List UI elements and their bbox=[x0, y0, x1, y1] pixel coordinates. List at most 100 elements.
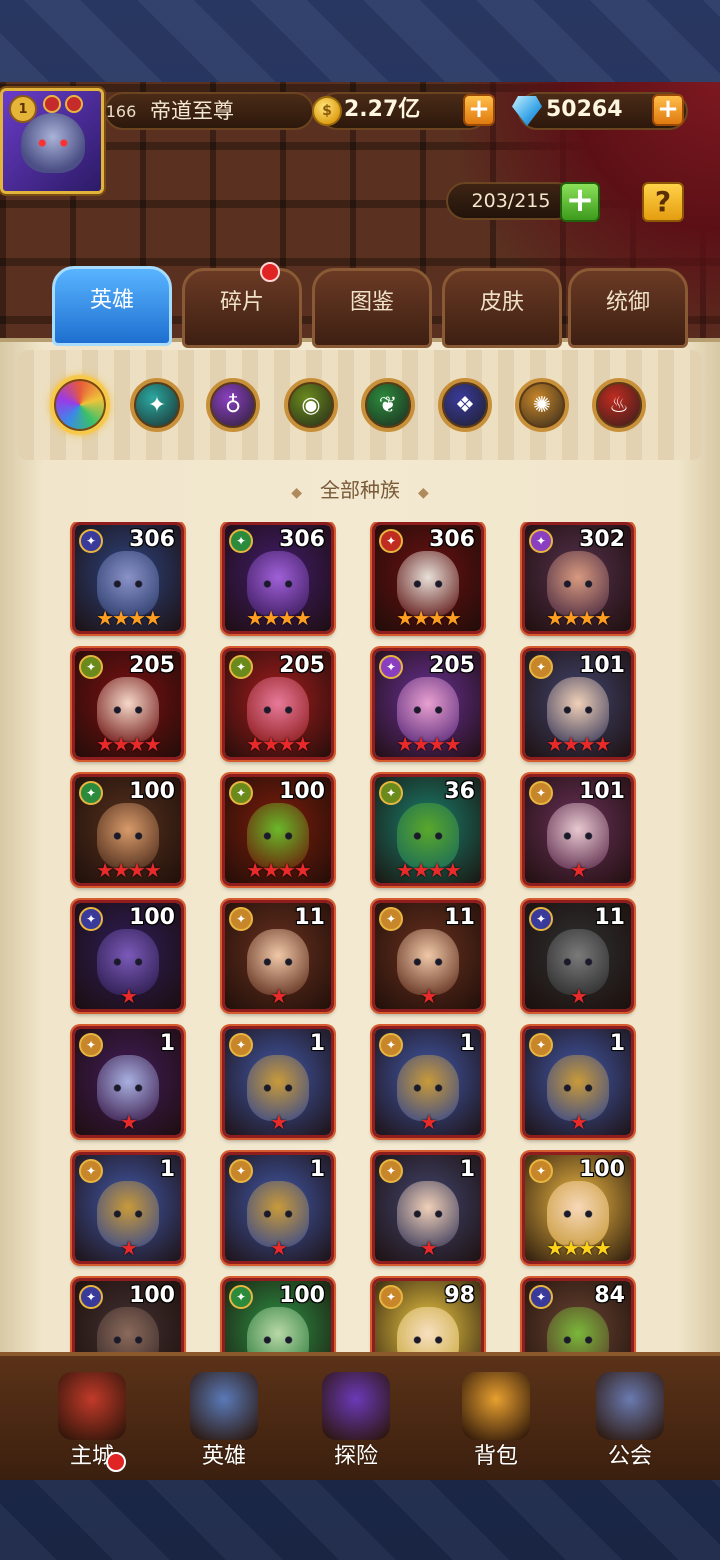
hero-card[interactable]: ✦ 100 bbox=[222, 1278, 334, 1352]
rank-gem-icon bbox=[43, 95, 61, 113]
hero-card[interactable]: ✦ 101 ★ bbox=[522, 774, 634, 886]
hero-eyes bbox=[259, 1083, 297, 1093]
hero-eyes bbox=[409, 579, 447, 589]
hero-level: 11 bbox=[294, 905, 325, 930]
hero-level: 100 bbox=[279, 779, 325, 804]
hero-star-rating: ★★★★ bbox=[546, 1236, 612, 1260]
nav-heroes[interactable]: 英雄 bbox=[164, 1372, 284, 1480]
hero-card[interactable]: ✦ 100 ★★★★ bbox=[522, 1152, 634, 1264]
hero-card[interactable]: ✦ 36 ★★★★ bbox=[372, 774, 484, 886]
hero-star-rating: ★★★★ bbox=[546, 732, 612, 756]
hero-star-rating: ★ bbox=[570, 1110, 588, 1134]
hero-race-icon: ✦ bbox=[229, 1033, 253, 1057]
hero-level: 306 bbox=[129, 527, 175, 552]
race-abyss-filter-icon[interactable]: ◉ bbox=[284, 378, 338, 432]
hero-card[interactable]: ✦ 100 bbox=[72, 1278, 184, 1352]
hero-star-rating: ★ bbox=[420, 1110, 438, 1134]
hero-race-icon: ✦ bbox=[529, 529, 553, 553]
hero-card[interactable]: ✦ 1 ★ bbox=[522, 1026, 634, 1138]
hero-race-icon: ✦ bbox=[229, 1159, 253, 1183]
gold-amount: 2.27亿 bbox=[344, 97, 421, 122]
hero-race-icon: ✦ bbox=[379, 1285, 403, 1309]
hero-star-rating: ★ bbox=[120, 1236, 138, 1260]
tab-codex[interactable]: 图鉴 bbox=[312, 268, 432, 348]
hero-card[interactable]: ✦ 1 ★ bbox=[372, 1026, 484, 1138]
hero-eyes bbox=[259, 579, 297, 589]
hero-eyes bbox=[559, 831, 597, 841]
hero-level: 1 bbox=[309, 1157, 325, 1182]
hero-card[interactable]: ✦ 100 ★★★★ bbox=[72, 774, 184, 886]
race-fortress-filter-icon[interactable]: ♁ bbox=[206, 378, 260, 432]
hero-card[interactable]: ✦ 306 ★★★★ bbox=[72, 522, 184, 634]
add-gold-button[interactable]: + bbox=[463, 94, 495, 126]
hero-eyes bbox=[559, 579, 597, 589]
hero-eyes bbox=[409, 705, 447, 715]
player-level: 166 bbox=[105, 101, 137, 121]
hero-face bbox=[547, 1307, 609, 1352]
race-inferno-filter-icon[interactable]: ♨ bbox=[592, 378, 646, 432]
hero-level: 100 bbox=[279, 1283, 325, 1308]
diamond-ornament-icon: ◆ bbox=[291, 485, 302, 501]
hero-star-rating: ★ bbox=[270, 1236, 288, 1260]
nav-guild[interactable]: 公会 bbox=[570, 1372, 690, 1480]
nav-backpack[interactable]: 背包 bbox=[436, 1372, 556, 1480]
nav-label: 英雄 bbox=[201, 1444, 246, 1469]
hero-level: 100 bbox=[579, 1157, 625, 1182]
hero-face bbox=[397, 1307, 459, 1352]
hero-eyes bbox=[259, 1209, 297, 1219]
hero-race-icon: ✦ bbox=[379, 907, 403, 931]
hero-card[interactable]: ✦ 302 ★★★★ bbox=[522, 522, 634, 634]
hero-card[interactable]: ✦ 1 ★ bbox=[372, 1152, 484, 1264]
hero-card[interactable]: ✦ 100 ★ bbox=[72, 900, 184, 1012]
hero-card[interactable]: ✦ 205 ★★★★ bbox=[372, 648, 484, 760]
nav-label: 公会 bbox=[607, 1444, 652, 1469]
diamond-ornament-icon: ◆ bbox=[418, 485, 429, 501]
hero-race-icon: ✦ bbox=[229, 655, 253, 679]
race-shadow-filter-icon[interactable]: ✦ bbox=[130, 378, 184, 432]
hero-card[interactable]: ✦ 100 ★★★★ bbox=[222, 774, 334, 886]
hero-star-rating: ★★★★ bbox=[96, 858, 162, 882]
hero-eyes bbox=[409, 831, 447, 841]
hero-card[interactable]: ✦ 1 ★ bbox=[222, 1152, 334, 1264]
hero-portrait-icon bbox=[190, 1372, 258, 1440]
nav-label: 背包 bbox=[473, 1444, 518, 1469]
hero-card[interactable]: ✦ 84 bbox=[522, 1278, 634, 1352]
hero-card[interactable]: ✦ 1 ★ bbox=[222, 1026, 334, 1138]
hero-level: 36 bbox=[444, 779, 475, 804]
hero-eyes bbox=[259, 957, 297, 967]
avatar-eyes bbox=[35, 139, 71, 147]
expand-hero-slots-button[interactable]: + bbox=[560, 182, 600, 222]
hero-card[interactable]: ✦ 11 ★ bbox=[372, 900, 484, 1012]
hero-card[interactable]: ✦ 98 bbox=[372, 1278, 484, 1352]
hero-level: 84 bbox=[594, 1283, 625, 1308]
hero-card[interactable]: ✦ 11 ★ bbox=[522, 900, 634, 1012]
hero-level: 1 bbox=[309, 1031, 325, 1056]
hero-card[interactable]: ✦ 101 ★★★★ bbox=[522, 648, 634, 760]
hero-card[interactable]: ✦ 306 ★★★★ bbox=[372, 522, 484, 634]
player-avatar[interactable]: 1 bbox=[0, 88, 104, 194]
tab-shards[interactable]: 碎片 bbox=[182, 268, 302, 348]
hero-card[interactable]: ✦ 11 ★ bbox=[222, 900, 334, 1012]
race-forest-filter-icon[interactable]: ❦ bbox=[361, 378, 415, 432]
hero-card[interactable]: ✦ 306 ★★★★ bbox=[222, 522, 334, 634]
hero-level: 205 bbox=[429, 653, 475, 678]
all-races-filter-icon[interactable] bbox=[50, 375, 110, 435]
hero-eyes bbox=[259, 705, 297, 715]
help-button[interactable]: ? bbox=[642, 182, 684, 222]
hero-card[interactable]: ✦ 1 ★ bbox=[72, 1152, 184, 1264]
hero-card[interactable]: ✦ 1 ★ bbox=[72, 1026, 184, 1138]
hero-level: 11 bbox=[594, 905, 625, 930]
race-dark-filter-icon[interactable]: ❖ bbox=[438, 378, 492, 432]
add-gems-button[interactable]: + bbox=[652, 94, 684, 126]
hero-card[interactable]: ✦ 205 ★★★★ bbox=[72, 648, 184, 760]
tab-command[interactable]: 统御 bbox=[568, 268, 688, 348]
hero-card[interactable]: ✦ 205 ★★★★ bbox=[222, 648, 334, 760]
hero-race-icon: ✦ bbox=[229, 781, 253, 805]
nav-main-city[interactable]: 主城 bbox=[32, 1372, 152, 1480]
hero-level: 101 bbox=[579, 653, 625, 678]
race-light-filter-icon[interactable]: ✺ bbox=[515, 378, 569, 432]
tab-skins[interactable]: 皮肤 bbox=[442, 268, 562, 348]
tab-heroes[interactable]: 英雄 bbox=[52, 266, 172, 346]
hero-eyes bbox=[109, 1209, 147, 1219]
nav-adventure[interactable]: 探险 bbox=[296, 1372, 416, 1480]
